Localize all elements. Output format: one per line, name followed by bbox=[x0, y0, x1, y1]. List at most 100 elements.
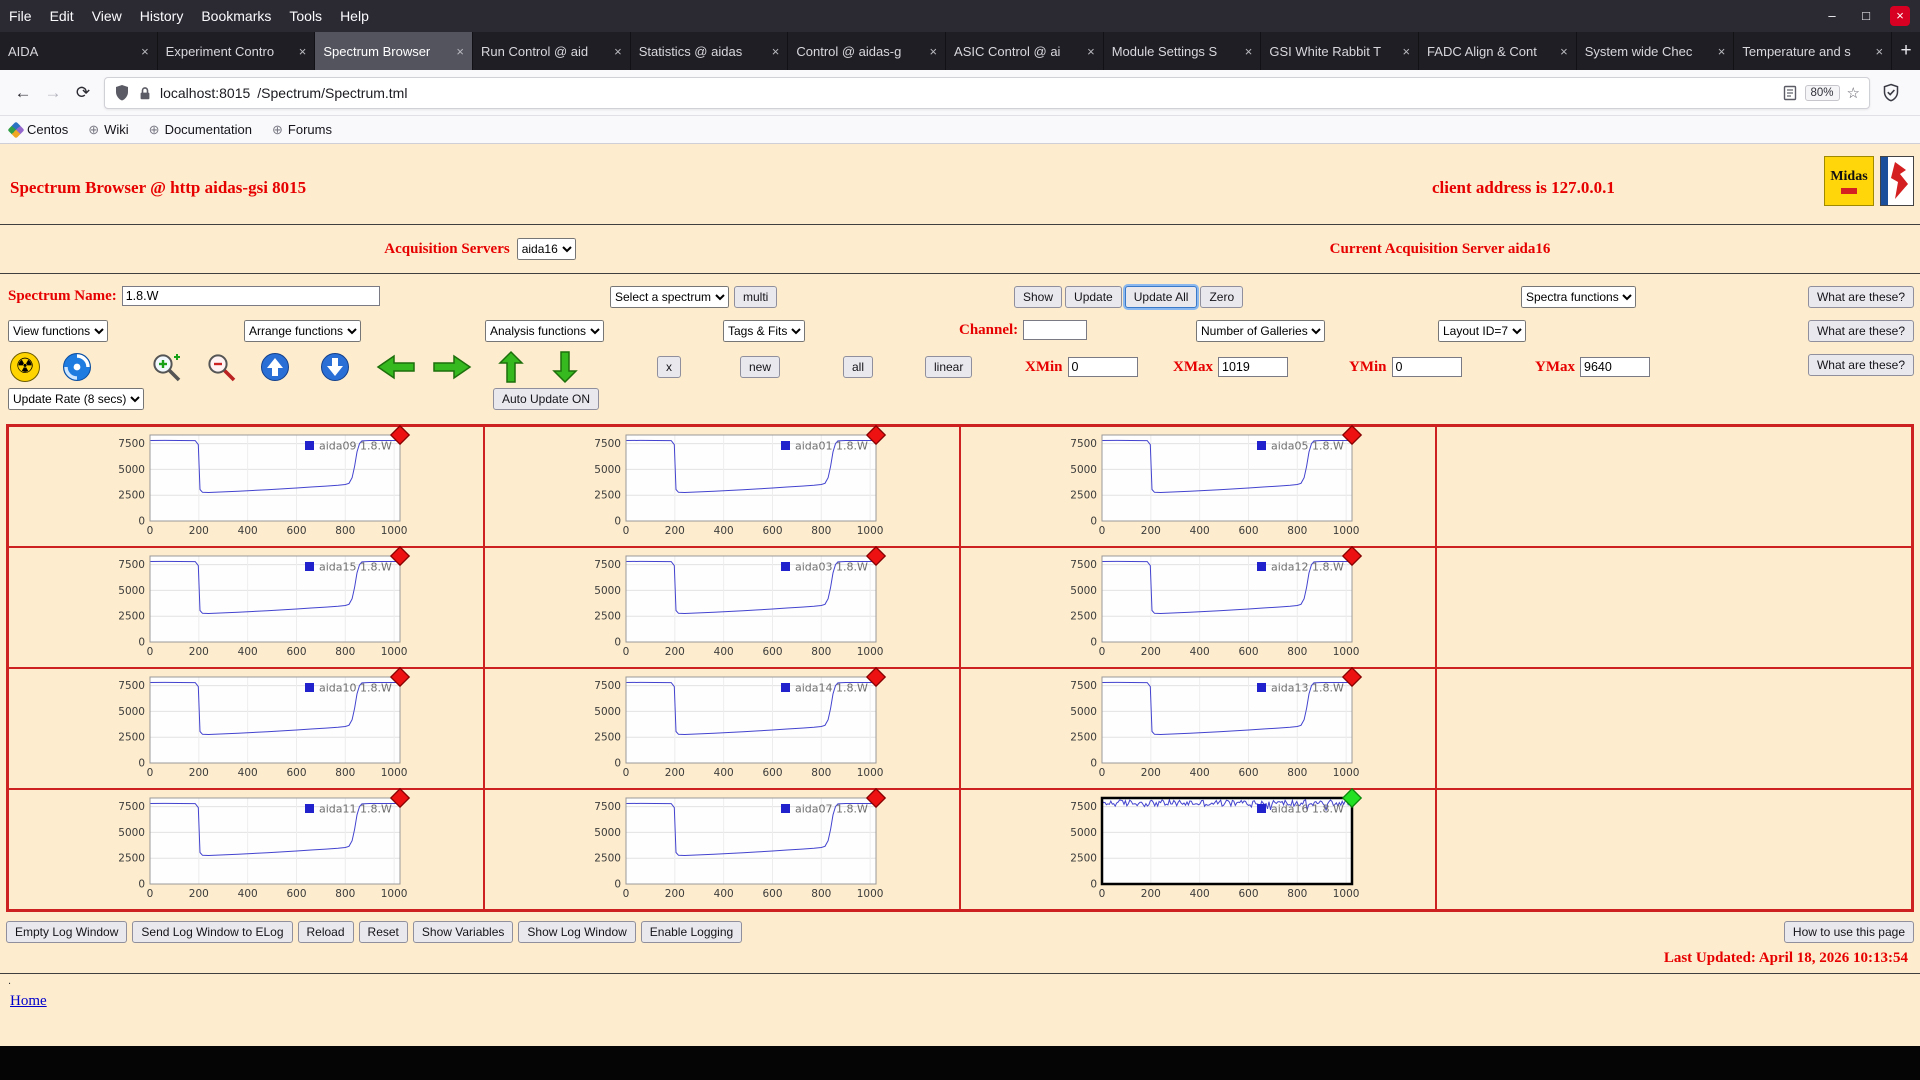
maximize-button[interactable]: □ bbox=[1856, 6, 1876, 26]
new-tab-button[interactable]: + bbox=[1892, 32, 1920, 70]
reset-button[interactable]: Reset bbox=[359, 921, 408, 943]
view-functions-dropdown[interactable]: View functions bbox=[8, 320, 108, 342]
tab-statistics-aidas[interactable]: Statistics @ aidas× bbox=[631, 32, 789, 70]
menu-edit[interactable]: Edit bbox=[41, 0, 83, 32]
spectrum-chart[interactable]: 025005000750002004006008001000aida03 1.8… bbox=[556, 546, 888, 664]
tab-close-icon[interactable]: × bbox=[1718, 44, 1726, 59]
pocket-shield-icon[interactable] bbox=[1882, 83, 1900, 102]
gallery-up-icon[interactable] bbox=[260, 352, 290, 382]
arrange-functions-dropdown[interactable]: Arrange functions bbox=[244, 320, 361, 342]
tab-experiment-contro[interactable]: Experiment Contro× bbox=[158, 32, 316, 70]
auto-update-button[interactable]: Auto Update ON bbox=[493, 388, 599, 410]
ymax-input[interactable] bbox=[1580, 357, 1650, 377]
number-of-galleries-dropdown[interactable]: Number of Galleries bbox=[1196, 320, 1325, 342]
tab-system-wide-chec[interactable]: System wide Chec× bbox=[1577, 32, 1735, 70]
gallery-cell-aida09[interactable]: 025005000750002004006008001000aida09 1.8… bbox=[8, 426, 484, 547]
spectrum-chart[interactable]: 025005000750002004006008001000aida14 1.8… bbox=[556, 667, 888, 785]
menu-file[interactable]: File bbox=[0, 0, 41, 32]
layout-id-dropdown[interactable]: Layout ID=7 bbox=[1438, 320, 1526, 342]
tab-control-aidas-g[interactable]: Control @ aidas-g× bbox=[788, 32, 946, 70]
spectrum-chart[interactable]: 025005000750002004006008001000aida05 1.8… bbox=[1032, 425, 1364, 543]
menu-tools[interactable]: Tools bbox=[280, 0, 331, 32]
spectrum-chart[interactable]: 025005000750002004006008001000aida15 1.8… bbox=[80, 546, 412, 664]
send-log-window-to-elog-button[interactable]: Send Log Window to ELog bbox=[132, 921, 292, 943]
multi-button[interactable]: multi bbox=[734, 286, 777, 308]
tab-close-icon[interactable]: × bbox=[614, 44, 622, 59]
tab-close-icon[interactable]: × bbox=[1875, 44, 1883, 59]
gallery-cell-aida15[interactable]: 025005000750002004006008001000aida15 1.8… bbox=[8, 547, 484, 668]
tags-fits-dropdown[interactable]: Tags & Fits bbox=[723, 320, 805, 342]
site-security-icon[interactable] bbox=[137, 85, 153, 101]
tab-close-icon[interactable]: × bbox=[299, 44, 307, 59]
reader-mode-icon[interactable] bbox=[1782, 85, 1798, 101]
menu-history[interactable]: History bbox=[131, 0, 193, 32]
up-arrow-icon[interactable] bbox=[497, 350, 525, 384]
spectrum-chart[interactable]: 025005000750002004006008001000aida11 1.8… bbox=[80, 788, 412, 906]
bookmark-documentation[interactable]: ⊕Documentation bbox=[149, 122, 252, 138]
tab-close-icon[interactable]: × bbox=[456, 44, 464, 59]
channel-input[interactable] bbox=[1023, 320, 1087, 340]
new-button[interactable]: new bbox=[740, 356, 780, 378]
spectrum-name-input[interactable] bbox=[122, 286, 380, 306]
forward-button[interactable]: → bbox=[38, 78, 68, 108]
gallery-cell-aida14[interactable]: 025005000750002004006008001000aida14 1.8… bbox=[484, 668, 960, 789]
gallery-cell-aida05[interactable]: 025005000750002004006008001000aida05 1.8… bbox=[960, 426, 1436, 547]
ymin-input[interactable] bbox=[1392, 357, 1462, 377]
tab-close-icon[interactable]: × bbox=[929, 44, 937, 59]
bookmark-centos[interactable]: Centos bbox=[10, 122, 68, 138]
zoom-out-icon[interactable] bbox=[205, 351, 237, 383]
update-all-button[interactable]: Update All bbox=[1125, 286, 1198, 308]
gallery-cell-aida07[interactable]: 025005000750002004006008001000aida07 1.8… bbox=[484, 789, 960, 910]
tracking-protection-icon[interactable] bbox=[114, 84, 130, 101]
spectra-functions-dropdown[interactable]: Spectra functions bbox=[1521, 286, 1636, 308]
tab-asic-control-ai[interactable]: ASIC Control @ ai× bbox=[946, 32, 1104, 70]
zero-button[interactable]: Zero bbox=[1200, 286, 1243, 308]
select-spectrum-dropdown[interactable]: Select a spectrum bbox=[610, 286, 729, 308]
tab-close-icon[interactable]: × bbox=[141, 44, 149, 59]
update-rate-dropdown[interactable]: Update Rate (8 secs) bbox=[8, 388, 144, 410]
radiation-icon[interactable]: ☢ bbox=[10, 352, 40, 382]
close-button[interactable]: × bbox=[1890, 6, 1910, 26]
analysis-functions-dropdown[interactable]: Analysis functions bbox=[485, 320, 604, 342]
spectrum-chart[interactable]: 025005000750002004006008001000aida09 1.8… bbox=[80, 425, 412, 543]
show-button[interactable]: Show bbox=[1014, 286, 1062, 308]
enable-logging-button[interactable]: Enable Logging bbox=[641, 921, 742, 943]
tab-temperature-and-s[interactable]: Temperature and s× bbox=[1734, 32, 1892, 70]
gallery-cell-aida01[interactable]: 025005000750002004006008001000aida01 1.8… bbox=[484, 426, 960, 547]
tab-spectrum-browser[interactable]: Spectrum Browser× bbox=[315, 32, 473, 70]
gallery-cell-aida12[interactable]: 025005000750002004006008001000aida12 1.8… bbox=[960, 547, 1436, 668]
gallery-cell-aida13[interactable]: 025005000750002004006008001000aida13 1.8… bbox=[960, 668, 1436, 789]
zoom-in-icon[interactable] bbox=[150, 351, 182, 383]
gallery-cell-aida03[interactable]: 025005000750002004006008001000aida03 1.8… bbox=[484, 547, 960, 668]
tab-fadc-align-cont[interactable]: FADC Align & Cont× bbox=[1419, 32, 1577, 70]
tab-close-icon[interactable]: × bbox=[1560, 44, 1568, 59]
tab-run-control-aid[interactable]: Run Control @ aid× bbox=[473, 32, 631, 70]
tab-close-icon[interactable]: × bbox=[1402, 44, 1410, 59]
prev-arrow-icon[interactable] bbox=[376, 353, 416, 381]
back-button[interactable]: ← bbox=[8, 78, 38, 108]
how-to-use-button[interactable]: How to use this page bbox=[1784, 921, 1914, 943]
xmax-input[interactable] bbox=[1218, 357, 1288, 377]
tab-close-icon[interactable]: × bbox=[1087, 44, 1095, 59]
bookmark-star-icon[interactable]: ☆ bbox=[1847, 84, 1860, 102]
update-button[interactable]: Update bbox=[1065, 286, 1122, 308]
gallery-cell-aida10[interactable]: 025005000750002004006008001000aida10 1.8… bbox=[8, 668, 484, 789]
empty-log-window-button[interactable]: Empty Log Window bbox=[6, 921, 127, 943]
xmin-input[interactable] bbox=[1068, 357, 1138, 377]
show-log-window-button[interactable]: Show Log Window bbox=[518, 921, 635, 943]
x-button[interactable]: x bbox=[657, 356, 681, 378]
url-bar[interactable]: localhost:8015 /Spectrum/Spectrum.tml 80… bbox=[104, 77, 1870, 109]
tab-close-icon[interactable]: × bbox=[772, 44, 780, 59]
spectrum-chart[interactable]: 025005000750002004006008001000aida12 1.8… bbox=[1032, 546, 1364, 664]
gallery-cell-aida11[interactable]: 025005000750002004006008001000aida11 1.8… bbox=[8, 789, 484, 910]
tab-aida[interactable]: AIDA× bbox=[0, 32, 158, 70]
tab-close-icon[interactable]: × bbox=[1245, 44, 1253, 59]
tab-module-settings-s[interactable]: Module Settings S× bbox=[1104, 32, 1262, 70]
bookmark-forums[interactable]: ⊕Forums bbox=[272, 122, 332, 138]
down-arrow-icon[interactable] bbox=[551, 350, 579, 384]
all-button[interactable]: all bbox=[843, 356, 873, 378]
linear-button[interactable]: linear bbox=[925, 356, 972, 378]
home-link[interactable]: Home bbox=[10, 993, 47, 1010]
what-are-these-button-3[interactable]: What are these? bbox=[1808, 354, 1914, 376]
menu-help[interactable]: Help bbox=[331, 0, 378, 32]
